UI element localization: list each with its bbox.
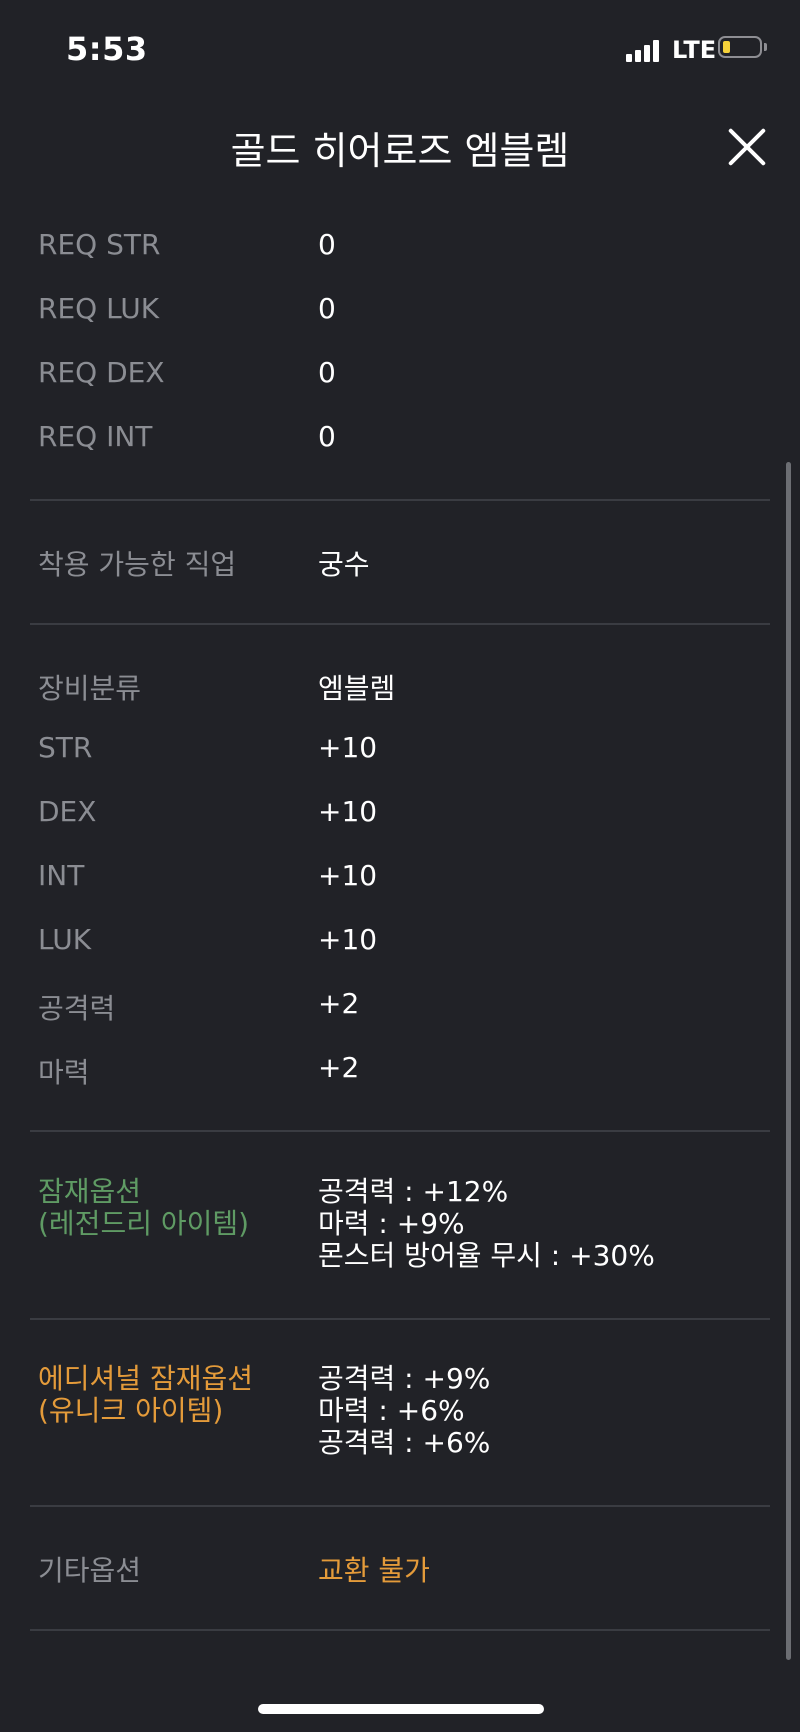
potential-line: 마력 : +9%	[318, 1207, 465, 1240]
req-dex-value: 0	[318, 356, 336, 389]
stat-label: DEX	[38, 795, 97, 828]
battery-nub	[764, 43, 767, 51]
potential-line: 몬스터 방어율 무시 : +30%	[318, 1239, 655, 1272]
req-dex-label: REQ DEX	[38, 356, 165, 389]
stat-value: +10	[318, 923, 378, 956]
network-type: LTE	[672, 36, 717, 64]
other-options-label: 기타옵션	[38, 1554, 142, 1587]
additional-potential-label-line: 에디셔널 잠재옵션	[38, 1362, 253, 1395]
stat-label: 공격력	[38, 992, 116, 1025]
divider	[30, 499, 770, 501]
divider	[30, 1505, 770, 1507]
potential-label: 잠재옵션 (레전드리 아이템)	[38, 1176, 249, 1240]
req-str-value: 0	[318, 228, 336, 261]
home-indicator[interactable]	[258, 1704, 544, 1714]
req-int-label: REQ INT	[38, 420, 153, 453]
cellular-signal-icon	[626, 38, 666, 62]
additional-potential-line: 공격력 : +6%	[318, 1426, 491, 1459]
other-options-value: 교환 불가	[318, 1554, 430, 1587]
job-value: 궁수	[318, 548, 370, 581]
stat-label: 장비분류	[38, 672, 142, 705]
scrollbar[interactable]	[786, 462, 791, 1660]
stat-value: +2	[318, 987, 360, 1020]
page-title: 골드 히어로즈 엠블렘	[230, 129, 570, 173]
additional-potential-label-line: (유니크 아이템)	[38, 1394, 224, 1427]
status-bar: 5:53 LTE	[0, 0, 800, 100]
additional-potential-line: 공격력 : +9%	[318, 1362, 491, 1395]
req-luk-value: 0	[318, 292, 336, 325]
stat-value: +10	[318, 731, 378, 764]
additional-potential-label: 에디셔널 잠재옵션 (유니크 아이템)	[38, 1363, 253, 1427]
stat-value: 엠블렘	[318, 672, 396, 705]
battery-icon	[718, 36, 762, 58]
stat-label: 마력	[38, 1056, 90, 1089]
job-label: 착용 가능한 직업	[38, 548, 237, 581]
divider	[30, 1130, 770, 1132]
status-time: 5:53	[66, 30, 148, 68]
req-luk-label: REQ LUK	[38, 292, 160, 325]
potential-label-line: (레전드리 아이템)	[38, 1207, 250, 1240]
stat-label: INT	[38, 859, 85, 892]
req-int-value: 0	[318, 420, 336, 453]
potential-values: 공격력 : +12% 마력 : +9% 몬스터 방어율 무시 : +30%	[318, 1176, 655, 1272]
stat-value: +10	[318, 795, 378, 828]
stat-label: LUK	[38, 923, 92, 956]
divider	[30, 623, 770, 625]
req-str-label: REQ STR	[38, 228, 161, 261]
potential-line: 공격력 : +12%	[318, 1175, 509, 1208]
stat-value: +2	[318, 1051, 360, 1084]
stat-value: +10	[318, 859, 378, 892]
potential-label-line: 잠재옵션	[38, 1175, 142, 1208]
divider	[30, 1318, 770, 1320]
stat-label: STR	[38, 731, 93, 764]
additional-potential-line: 마력 : +6%	[318, 1394, 465, 1427]
divider	[30, 1629, 770, 1631]
close-button[interactable]	[726, 126, 768, 168]
additional-potential-values: 공격력 : +9% 마력 : +6% 공격력 : +6%	[318, 1363, 490, 1459]
